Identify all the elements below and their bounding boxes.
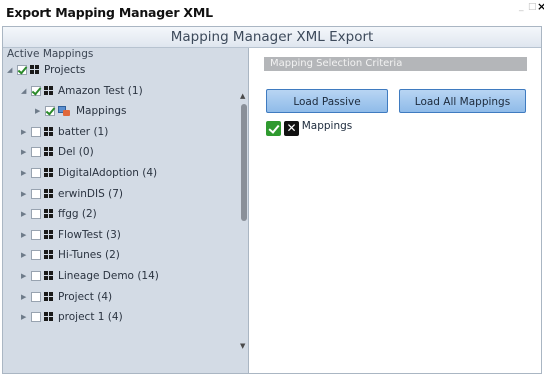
expand-arrow-icon[interactable]: ▶ — [21, 185, 31, 203]
project-grid-icon — [30, 65, 40, 75]
tree-node-label: erwinDIS (7) — [58, 187, 123, 200]
expand-arrow-icon[interactable]: ▶ — [21, 246, 31, 264]
scroll-up-icon[interactable]: ▲ — [240, 92, 245, 100]
x-icon[interactable]: ✕ — [284, 121, 299, 136]
project-grid-icon — [44, 168, 54, 178]
tree-node[interactable]: ▶ ffgg (2) — [21, 205, 97, 223]
active-mappings-panel: Active Mappings ◢ Projects ◢ Amazon Test (1… — [3, 48, 249, 373]
tree-node-label: project 1 (4) — [58, 311, 123, 324]
project-grid-icon — [44, 229, 54, 240]
project-grid-icon — [44, 291, 54, 302]
expand-arrow-icon[interactable]: ▶ — [21, 143, 31, 161]
tree-node-label: Amazon Test (1) — [58, 84, 143, 97]
maximize-button[interactable]: □ — [528, 2, 537, 12]
expand-arrow-icon[interactable]: ▶ — [21, 164, 31, 182]
tree-node-checkbox[interactable] — [31, 291, 41, 302]
expand-arrow-icon[interactable]: ▶ — [21, 205, 31, 223]
window-titlebar: Export Mapping Manager XML _ □ × — [0, 0, 544, 26]
tree-node[interactable]: ▶ erwinDIS (7) — [21, 185, 123, 203]
project-grid-icon — [44, 147, 54, 157]
check-icon[interactable] — [266, 121, 281, 136]
load-all-mappings-button[interactable]: Load All Mappings — [399, 89, 526, 113]
tree-node[interactable]: ▶ Mappings — [35, 102, 127, 120]
project-grid-icon — [44, 85, 54, 96]
active-mappings-title: Active Mappings — [7, 48, 94, 60]
load-passive-mappings-button[interactable]: Load Passive Mappings — [266, 89, 388, 132]
expand-arrow-icon[interactable]: ▶ — [21, 226, 31, 244]
tree-node[interactable]: ◢ Amazon Test (1) — [21, 82, 143, 100]
selection-panel: Mapping Selection Criteria Load Passive … — [249, 48, 541, 373]
collapse-arrow-icon[interactable]: ◢ — [21, 82, 31, 100]
project-grid-icon — [44, 271, 54, 281]
project-grid-icon — [44, 209, 54, 219]
scroll-down-icon[interactable]: ▼ — [240, 342, 245, 350]
tree-node[interactable]: ▶ batter (1) — [21, 123, 108, 141]
window-title: Export Mapping Manager XML — [6, 5, 213, 20]
project-grid-icon — [44, 250, 54, 260]
expand-arrow-icon[interactable]: ▶ — [21, 308, 31, 326]
tree-node-label: Project (4) — [58, 290, 113, 303]
tree-node-label: DigitalAdoption (4) — [58, 167, 158, 179]
criteria-header: Mapping Selection Criteria — [264, 57, 527, 71]
tree-node[interactable]: ▶ project 1 (4) — [21, 308, 123, 326]
tree-node-checkbox[interactable] — [17, 65, 27, 75]
dialog-header: Mapping Manager XML Export — [3, 27, 541, 48]
project-grid-icon — [44, 312, 54, 322]
tree-node-label: ffgg (2) — [58, 208, 97, 221]
tree-node-label: Hi-Tunes (2) — [58, 249, 120, 262]
expand-arrow-icon[interactable]: ▶ — [21, 123, 31, 141]
mappings-icon — [58, 106, 70, 117]
tree-node-checkbox[interactable] — [31, 188, 41, 199]
tree-node[interactable]: ▶ DigitalAdoption (4) — [21, 164, 157, 182]
tree-node[interactable]: ▶ Project (4) — [21, 288, 112, 306]
tree-node-checkbox[interactable] — [31, 147, 41, 158]
tree-node-checkbox[interactable] — [45, 106, 55, 117]
criteria-title: Mapping Selection Criteria — [270, 58, 403, 69]
tree-node-checkbox[interactable] — [31, 168, 41, 178]
tree-node-label: Projects — [44, 64, 86, 76]
collapse-arrow-icon[interactable]: ◢ — [7, 61, 17, 79]
tree-node-checkbox[interactable] — [31, 126, 41, 137]
tree-node[interactable]: ▶ Del (0) — [21, 143, 94, 161]
tree-node-label: FlowTest (3) — [58, 228, 121, 241]
scroll-thumb[interactable] — [241, 104, 247, 221]
project-grid-icon — [44, 188, 54, 199]
tree-node-label: Mappings — [76, 105, 127, 118]
tree-node-label: Lineage Demo (14) — [58, 270, 159, 282]
dialog-header-title: Mapping Manager XML Export — [170, 29, 374, 45]
minimize-button[interactable]: _ — [519, 2, 524, 12]
tree-node-checkbox[interactable] — [31, 229, 41, 240]
expand-arrow-icon[interactable]: ▶ — [35, 102, 45, 120]
close-button[interactable]: × — [537, 0, 544, 13]
tree-node-checkbox[interactable] — [31, 250, 41, 261]
tree-node[interactable]: ▶ Lineage Demo (14) — [21, 267, 159, 285]
expand-arrow-icon[interactable]: ▶ — [21, 288, 31, 306]
project-grid-icon — [44, 126, 54, 137]
export-dialog: Mapping Manager XML Export Active Mappin… — [2, 26, 542, 374]
tree-node-checkbox[interactable] — [31, 271, 41, 281]
tree-node[interactable]: ▶ Hi-Tunes (2) — [21, 246, 120, 264]
tree-node-label: batter (1) — [58, 125, 109, 138]
tree-node[interactable]: ▶ FlowTest (3) — [21, 226, 121, 244]
tree-node-checkbox[interactable] — [31, 312, 41, 323]
tree-node-checkbox[interactable] — [31, 85, 41, 96]
tree-node-label: Del (0) — [58, 146, 94, 159]
expand-arrow-icon[interactable]: ▶ — [21, 267, 31, 285]
tree-node-checkbox[interactable] — [31, 209, 41, 220]
tree-node[interactable]: ◢ Projects — [7, 61, 85, 79]
tree-scrollbar[interactable]: ▲ ▼ — [239, 92, 249, 354]
